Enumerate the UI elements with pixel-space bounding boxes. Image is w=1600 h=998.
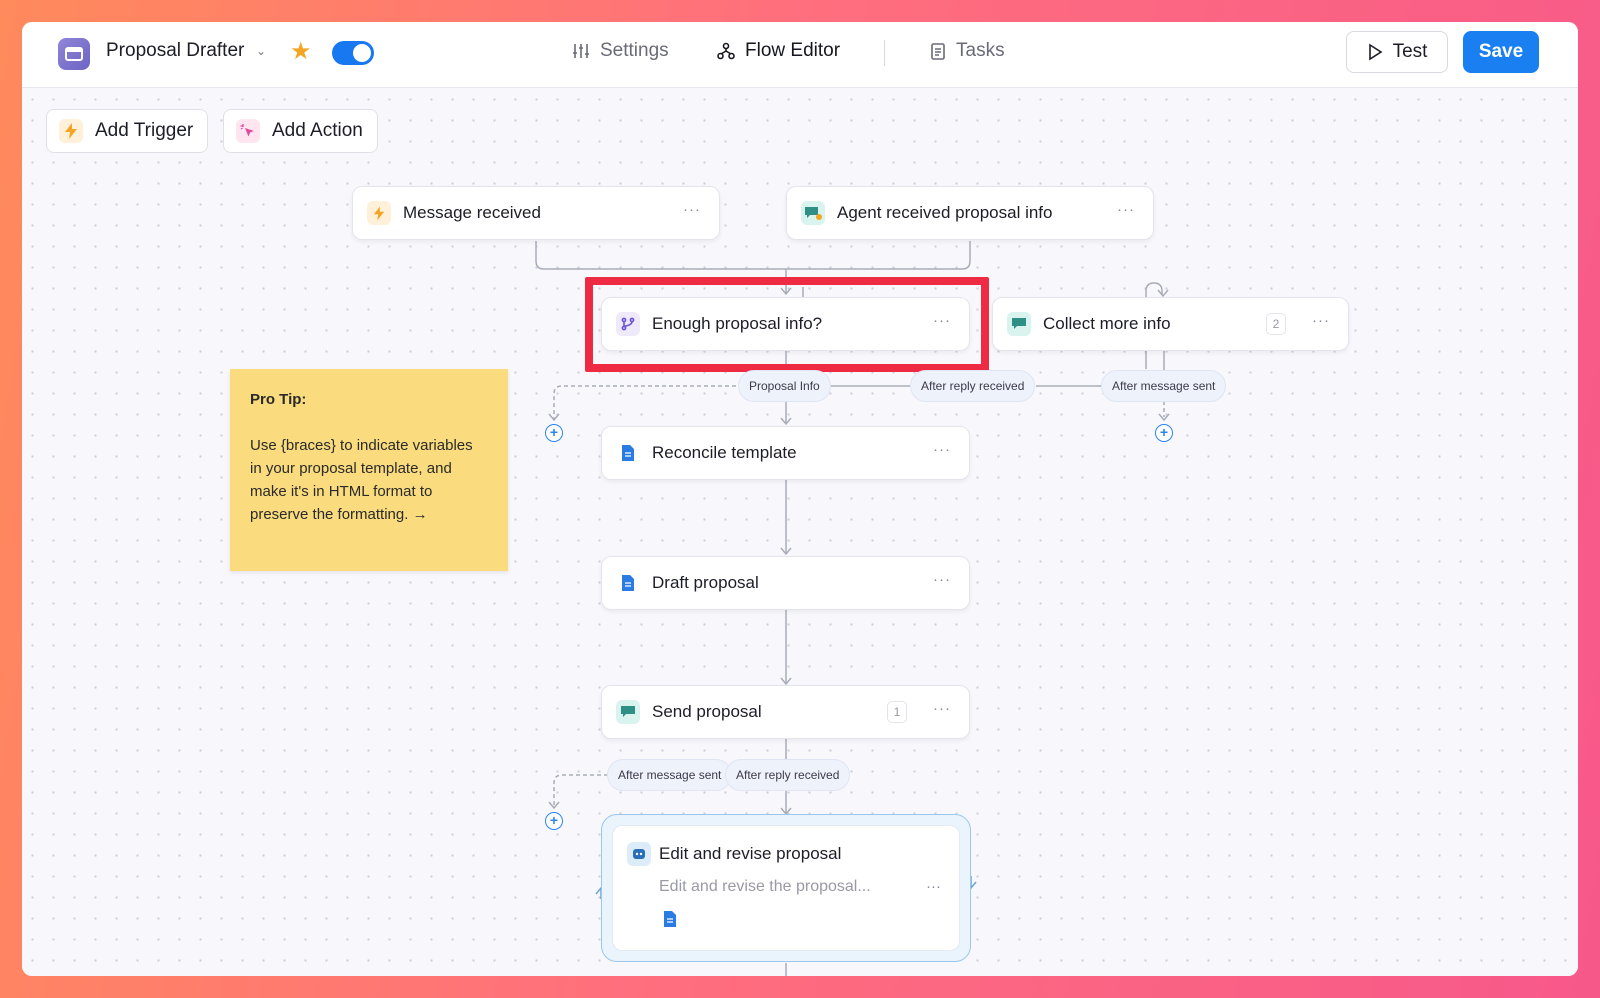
chevron-down-icon[interactable]: ⌄ xyxy=(256,44,266,58)
node-draft-proposal[interactable]: Draft proposal ··· xyxy=(601,556,970,610)
sliders-icon xyxy=(573,44,589,58)
edge-label-proposal-info[interactable]: Proposal Info xyxy=(738,370,831,402)
tab-tasks[interactable]: Tasks xyxy=(930,40,1005,62)
tab-divider xyxy=(884,40,885,66)
more-options-icon[interactable]: ··· xyxy=(933,571,951,588)
add-step-plus-icon[interactable]: + xyxy=(545,812,563,830)
more-options-icon[interactable]: ··· xyxy=(933,312,951,329)
tab-flow-editor-label: Flow Editor xyxy=(745,40,841,61)
node-label: Reconcile template xyxy=(652,443,797,462)
node-label: Edit and revise proposal xyxy=(659,844,842,863)
agent-node-card: Edit and revise proposal Edit and revise… xyxy=(612,825,960,951)
sticky-body: Use {braces} to indicate variables in yo… xyxy=(250,437,473,523)
node-reconcile-template[interactable]: Reconcile template ··· xyxy=(601,426,970,480)
node-message-received[interactable]: Message received ··· xyxy=(352,186,720,240)
edge-label-after-message-sent[interactable]: After message sent xyxy=(1101,370,1227,402)
count-badge: 2 xyxy=(1266,313,1286,335)
clipboard-icon xyxy=(931,43,945,60)
document-icon xyxy=(616,441,640,465)
node-label: Send proposal xyxy=(652,702,762,721)
chat-icon xyxy=(1007,312,1031,336)
flow-canvas[interactable]: Add Trigger Add Action Message received … xyxy=(22,89,1578,976)
edge-label-after-reply-received[interactable]: After reply received xyxy=(725,759,851,791)
agent-icon xyxy=(627,842,651,866)
node-send-proposal[interactable]: Send proposal 1 ··· xyxy=(601,685,970,739)
app-name[interactable]: Proposal Drafter xyxy=(106,40,244,62)
add-trigger-button[interactable]: Add Trigger xyxy=(46,109,208,153)
document-icon xyxy=(663,910,677,933)
tab-tasks-label: Tasks xyxy=(956,40,1005,61)
node-description: Edit and revise the proposal... xyxy=(659,878,871,895)
add-action-button[interactable]: Add Action xyxy=(223,109,378,153)
tab-settings[interactable]: Settings xyxy=(572,40,669,62)
branch-icon xyxy=(616,312,640,336)
edge-label-after-message-sent[interactable]: After message sent xyxy=(607,759,733,791)
more-options-icon[interactable]: ··· xyxy=(933,441,951,458)
chat-icon xyxy=(616,700,640,724)
more-options-icon[interactable]: ··· xyxy=(1117,201,1135,218)
node-label: Message received xyxy=(403,203,541,222)
cursor-sparkle-icon xyxy=(236,119,260,143)
node-label: Agent received proposal info xyxy=(837,203,1053,222)
edge-label-after-reply-received[interactable]: After reply received xyxy=(910,370,1036,402)
test-label: Test xyxy=(1392,41,1428,62)
add-trigger-label: Add Trigger xyxy=(95,120,194,141)
node-agent-received-proposal-info[interactable]: Agent received proposal info ··· xyxy=(786,186,1154,240)
lightning-icon xyxy=(59,119,83,143)
more-options-icon[interactable]: ··· xyxy=(926,878,941,895)
count-badge: 1 xyxy=(887,701,907,723)
play-icon xyxy=(1368,43,1383,61)
pro-tip-sticky-note[interactable]: Pro Tip: Use {braces} to indicate variab… xyxy=(230,369,508,571)
star-icon[interactable]: ★ xyxy=(290,37,312,66)
document-icon xyxy=(616,571,640,595)
tab-settings-label: Settings xyxy=(600,40,669,61)
enable-toggle[interactable] xyxy=(332,41,374,65)
more-options-icon[interactable]: ··· xyxy=(933,700,951,717)
add-step-plus-icon[interactable]: + xyxy=(1155,424,1173,442)
add-action-label: Add Action xyxy=(272,120,363,141)
more-options-icon[interactable]: ··· xyxy=(1312,312,1330,329)
more-options-icon[interactable]: ··· xyxy=(683,201,701,218)
test-button[interactable]: Test xyxy=(1346,31,1448,73)
save-button[interactable]: Save xyxy=(1463,31,1539,73)
node-label: Draft proposal xyxy=(652,573,759,592)
tab-flow-editor[interactable]: Flow Editor xyxy=(717,40,840,62)
app-window: Proposal Drafter ⌄ ★ Settings Flow Edito… xyxy=(22,22,1578,976)
flow-icon xyxy=(717,42,735,60)
top-bar: Proposal Drafter ⌄ ★ Settings Flow Edito… xyxy=(22,22,1578,88)
chat-agent-icon xyxy=(801,201,825,225)
node-enough-proposal-info[interactable]: Enough proposal info? ··· xyxy=(601,297,970,351)
lightning-icon xyxy=(367,201,391,225)
node-collect-more-info[interactable]: Collect more info 2 ··· xyxy=(992,297,1349,351)
node-label: Collect more info xyxy=(1043,314,1171,333)
add-step-plus-icon[interactable]: + xyxy=(545,424,563,442)
node-edit-and-revise-proposal[interactable]: Edit and revise proposal Edit and revise… xyxy=(601,814,971,962)
app-icon xyxy=(58,38,90,70)
sticky-title: Pro Tip: xyxy=(250,391,307,408)
node-label: Enough proposal info? xyxy=(652,314,823,333)
